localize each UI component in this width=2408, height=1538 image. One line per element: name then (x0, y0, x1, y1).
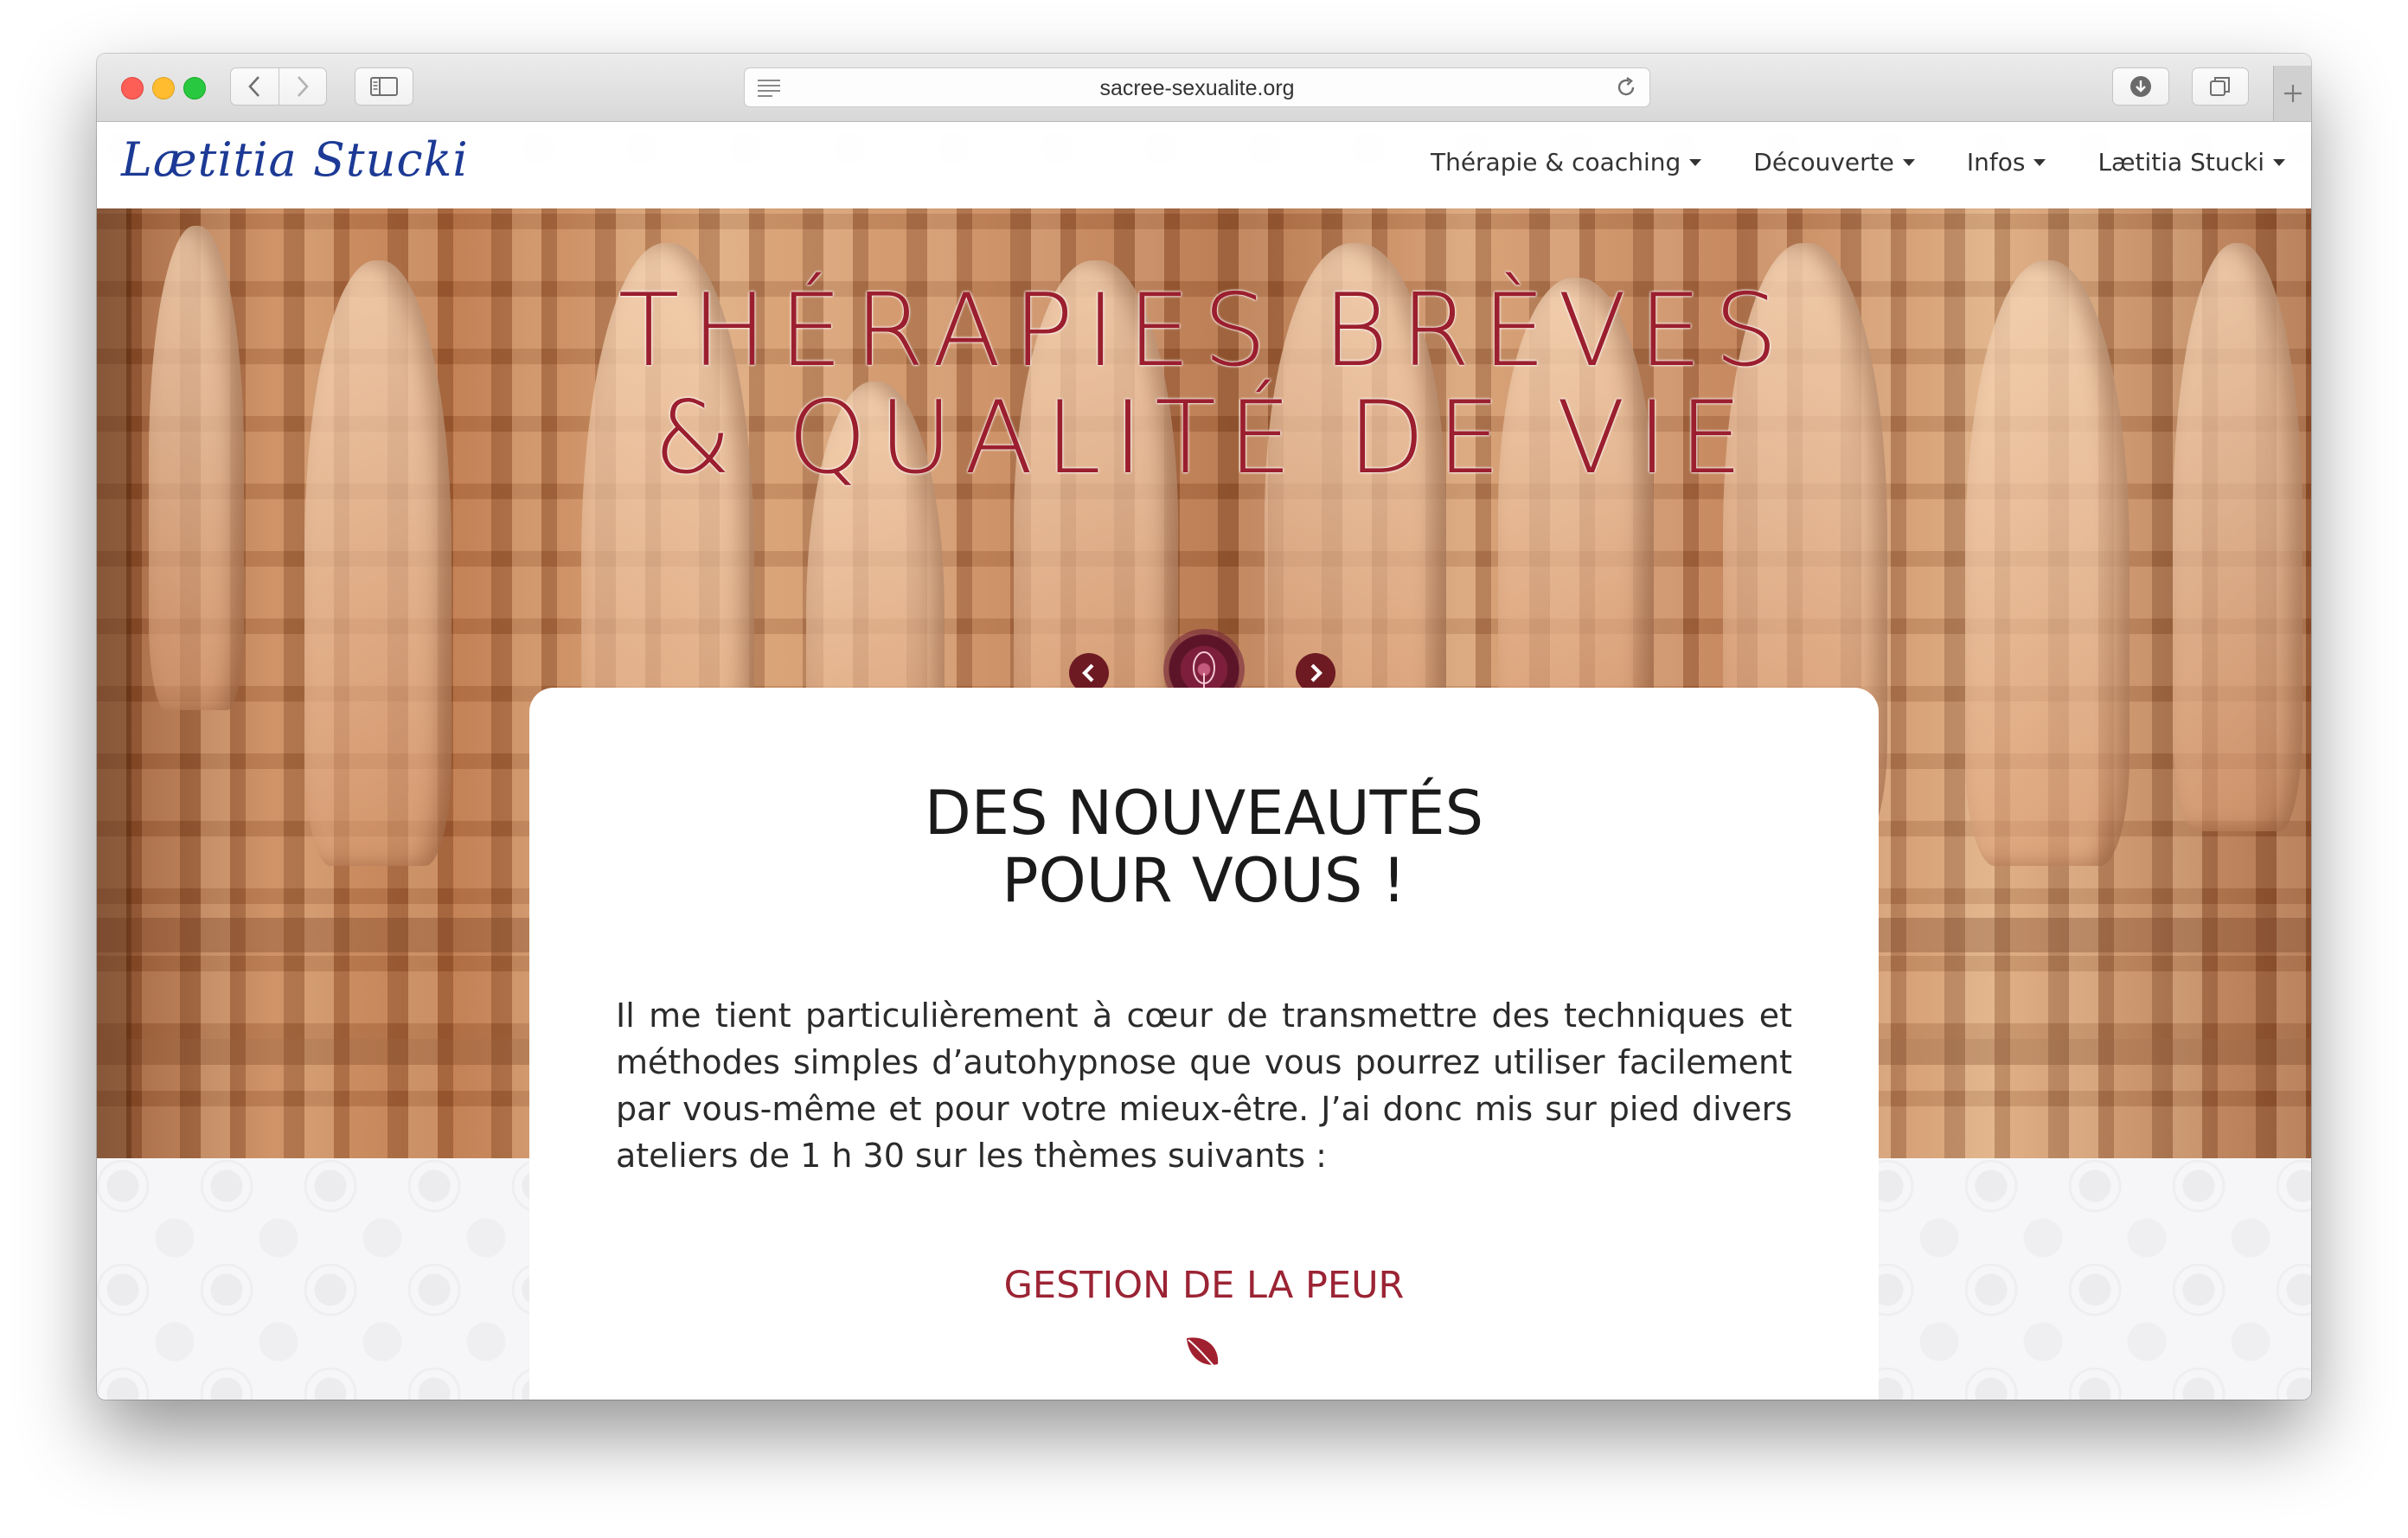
section-title: GESTION DE LA PEUR (1003, 1264, 1405, 1307)
lotus-emblem-icon (1193, 651, 1215, 690)
close-window-button[interactable] (121, 77, 144, 99)
caret-down-icon (1902, 158, 1915, 166)
sidebar-button[interactable] (355, 67, 413, 106)
content-card: DES NOUVEAUTÉS POUR VOUS ! Il me tient p… (529, 688, 1879, 1400)
caret-down-icon (2273, 158, 2285, 166)
downloads-button[interactable] (2112, 67, 2169, 106)
menu-item-label: Lætitia Stucki (2097, 148, 2264, 176)
address-bar[interactable]: sacree-sexualite.org (744, 67, 1650, 107)
forward-icon (297, 76, 309, 97)
new-tab-button[interactable] (2273, 66, 2311, 121)
zoom-window-button[interactable] (183, 77, 206, 99)
chevron-left-icon (1082, 663, 1094, 682)
show-tabs-button[interactable] (2192, 67, 2249, 106)
chevron-right-icon (1310, 663, 1322, 682)
menu-item-decouverte[interactable]: Découverte (1753, 148, 1915, 176)
web-page: THÉRAPIES BRÈVES & QUALITÉ DE VIE Lætiti… (97, 122, 2311, 1400)
browser-window: sacree-sexualite.org THÉRAPIES BRÈVES & … (97, 54, 2311, 1400)
site-navbar: Lætitia Stucki Thérapie & coaching Décou… (97, 122, 2311, 208)
caret-down-icon (1689, 158, 1702, 166)
leaf-icon (1187, 1337, 1220, 1374)
content-heading-line2: POUR VOUS ! (1002, 845, 1406, 916)
site-logo[interactable]: Lætitia Stucki (121, 132, 469, 187)
menu-item-label: Thérapie & coaching (1430, 148, 1681, 176)
menu-item-therapie[interactable]: Thérapie & coaching (1430, 148, 1702, 176)
menu-item-laetitia[interactable]: Lætitia Stucki (2097, 148, 2285, 176)
url-text: sacree-sexualite.org (1099, 76, 1295, 100)
minimize-window-button[interactable] (152, 77, 175, 99)
menu-item-label: Infos (1966, 148, 2026, 176)
content-heading-line1: DES NOUVEAUTÉS (924, 778, 1484, 849)
new-tab-icon (2284, 85, 2302, 102)
history-nav (230, 67, 327, 106)
reload-icon[interactable] (1615, 76, 1637, 99)
menu-item-infos[interactable]: Infos (1967, 148, 2046, 176)
browser-toolbar: sacree-sexualite.org (97, 54, 2311, 122)
tabs-icon (2210, 77, 2230, 96)
back-button[interactable] (231, 68, 279, 105)
hero-title-line1: THÉRAPIES BRÈVES (618, 272, 1790, 389)
back-icon (248, 76, 260, 97)
sidebar-icon (370, 77, 398, 96)
download-icon (2130, 76, 2151, 97)
forward-button[interactable] (279, 68, 327, 105)
hero-title-line2: & QUALITÉ DE VIE (653, 380, 1755, 497)
main-menu: Thérapie & coaching Découverte Infos Læt… (1431, 148, 2285, 176)
caret-down-icon (2033, 158, 2046, 166)
intro-paragraph: Il me tient particulièrement à cœur de t… (616, 996, 1792, 1175)
menu-item-label: Découverte (1753, 148, 1894, 176)
